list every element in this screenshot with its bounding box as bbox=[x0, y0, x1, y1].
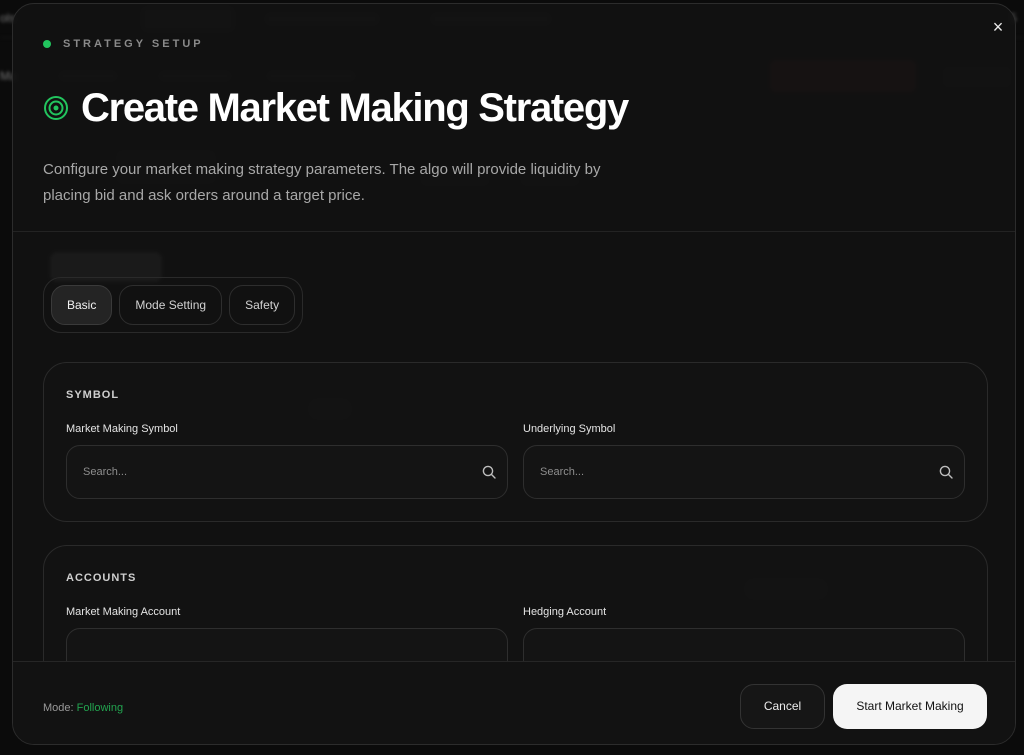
status-dot-icon bbox=[43, 40, 51, 48]
close-button[interactable]: × bbox=[987, 16, 1009, 38]
eyebrow: STRATEGY SETUP bbox=[43, 38, 204, 50]
modal-description: Configure your market making strategy pa… bbox=[43, 161, 601, 204]
search-icon bbox=[939, 465, 953, 479]
tab-bar: Basic Mode Setting Safety bbox=[43, 277, 304, 333]
search-icon bbox=[482, 465, 496, 479]
cancel-button[interactable]: Cancel bbox=[740, 684, 825, 729]
header-divider bbox=[13, 231, 1015, 232]
title-row: Create Market Making Strategy bbox=[43, 84, 629, 132]
tab-basic[interactable]: Basic bbox=[51, 285, 113, 325]
mode-value: Following bbox=[76, 702, 124, 714]
tab-mode-setting[interactable]: Mode Setting bbox=[119, 285, 223, 325]
start-market-making-button[interactable]: Start Market Making bbox=[833, 684, 987, 729]
tab-safety[interactable]: Safety bbox=[229, 285, 296, 325]
eyebrow-label: STRATEGY SETUP bbox=[63, 38, 204, 50]
search-placeholder: Search... bbox=[83, 466, 128, 478]
field-label: Market Making Symbol bbox=[66, 423, 178, 435]
close-icon: × bbox=[992, 17, 1004, 37]
modal-footer: Mode: Following Cancel Start Market Maki… bbox=[13, 661, 1015, 744]
field-label: Hedging Account bbox=[523, 606, 607, 618]
search-placeholder: Search... bbox=[540, 466, 585, 478]
mode-indicator: Mode: Following bbox=[43, 702, 123, 714]
symbol-section: SYMBOL Market Making Symbol Search... Un… bbox=[43, 362, 988, 522]
section-heading: ACCOUNTS bbox=[66, 572, 137, 584]
page-title: Create Market Making Strategy bbox=[81, 86, 629, 130]
underlying-symbol-input[interactable]: Search... bbox=[523, 445, 965, 499]
field-label: Market Making Account bbox=[66, 606, 181, 618]
field-label: Underlying Symbol bbox=[523, 423, 616, 435]
market-making-symbol-input[interactable]: Search... bbox=[66, 445, 508, 499]
section-heading: SYMBOL bbox=[66, 389, 120, 401]
create-strategy-modal: × STRATEGY SETUP Create Market Making St… bbox=[12, 3, 1016, 745]
mode-label: Mode: bbox=[43, 702, 74, 714]
target-icon bbox=[44, 96, 68, 120]
